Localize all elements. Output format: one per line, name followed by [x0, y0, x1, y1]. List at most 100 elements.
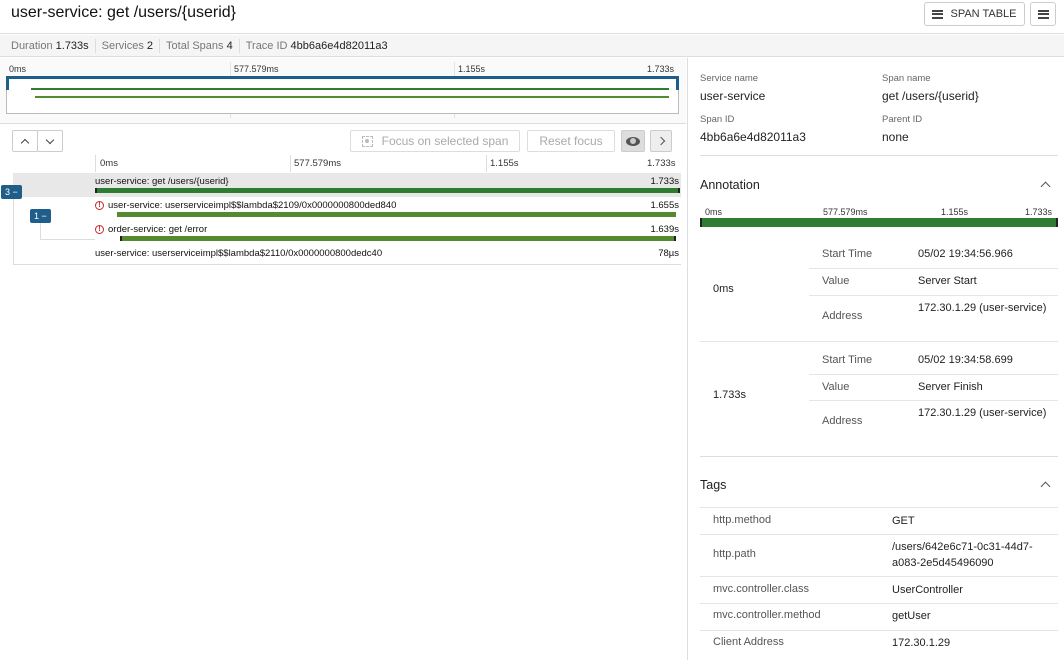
row-divider	[700, 534, 1058, 535]
span-name: user-service: get /users/{userid}	[95, 176, 229, 187]
tag-key: Client Address	[713, 636, 784, 648]
span-id-label: Span ID	[700, 114, 735, 125]
span-id-value: 4bb6a6e4d82011a3	[700, 130, 806, 144]
annotation-time: 1.733s	[713, 389, 747, 401]
tag-value: UserController	[892, 584, 963, 596]
annotation-tick: 1.155s	[941, 207, 969, 217]
tag-key: mvc.controller.class	[713, 583, 809, 595]
tag-key: http.method	[713, 514, 772, 526]
span-row[interactable]: ! user-service: userserviceimpl$$lambda$2…	[13, 197, 681, 221]
service-name-value: user-service	[700, 89, 766, 103]
hamburger-icon	[1037, 9, 1049, 19]
collapse-badge[interactable]: 3 −	[1, 185, 22, 199]
annotation-value: 172.30.1.29 (user-service)	[918, 302, 1047, 314]
error-icon: !	[95, 201, 104, 210]
divider	[700, 456, 1058, 457]
annotation-tick: 1.733s	[1025, 207, 1053, 217]
row-divider	[700, 576, 1058, 577]
eye-icon	[626, 136, 640, 146]
annotation-key: Start Time	[822, 354, 873, 366]
span-name: user-service: userserviceimpl$$lambda$21…	[95, 248, 383, 259]
chevron-right-icon	[656, 136, 666, 146]
span-table-button[interactable]: SPAN TABLE	[924, 2, 1025, 26]
chevron-up-icon[interactable]	[1040, 481, 1051, 492]
annotation-key: Start Time	[822, 248, 873, 260]
row-divider	[700, 630, 1058, 631]
annotation-value: 05/02 19:34:56.966	[918, 248, 1013, 260]
timeline-tick: 1.155s	[490, 158, 519, 169]
annotation-key: Address	[822, 310, 863, 322]
chevron-down-icon	[45, 135, 55, 144]
span-row[interactable]: ! order-service: get /error 1.639s	[13, 221, 681, 245]
tag-value: getUser	[892, 610, 931, 622]
span-bar[interactable]	[95, 188, 680, 193]
list-icon	[932, 9, 944, 19]
tag-key: mvc.controller.method	[713, 609, 821, 621]
span-label: ! order-service: get /error	[95, 224, 207, 235]
parent-id-value: none	[882, 130, 909, 144]
row-divider	[700, 341, 1058, 342]
annotation-key: Address	[822, 415, 863, 427]
summary-duration: Duration 1.733s	[0, 38, 96, 53]
tags-title: Tags	[700, 478, 727, 492]
span-label: ! user-service: userserviceimpl$$lambda$2…	[95, 200, 396, 211]
trace-summary: Duration 1.733s Services 2 Total Spans 4…	[0, 35, 1064, 57]
row-divider	[809, 400, 1058, 401]
focus-label: Focus on selected span	[381, 134, 509, 148]
chevron-up-icon	[20, 138, 30, 147]
span-duration: 78µs	[658, 248, 679, 259]
span-label: user-service: userserviceimpl$$lambda$21…	[95, 248, 382, 259]
row-divider	[809, 374, 1058, 375]
expand-up-button[interactable]	[12, 130, 38, 152]
annotation-value: 05/02 19:34:58.699	[918, 354, 1013, 366]
divider	[700, 155, 1058, 156]
minimap-right-handle[interactable]	[676, 76, 679, 90]
timeline-tick: 0ms	[100, 158, 118, 169]
annotation-value: Server Start	[918, 275, 977, 287]
span-row[interactable]: user-service: userserviceimpl$$lambda$21…	[13, 245, 681, 269]
minimap-tick: 1.733s	[647, 64, 675, 74]
annotation-time: 0ms	[713, 283, 734, 295]
top-header: user-service: get /users/{userid} SPAN T…	[0, 0, 1064, 34]
span-row[interactable]: user-service: get /users/{userid} 1.733s	[13, 173, 681, 197]
parent-id-label: Parent ID	[882, 114, 923, 125]
expand-down-button[interactable]	[37, 130, 63, 152]
minimap-span-bar	[31, 88, 669, 90]
summary-services: Services 2	[96, 38, 161, 53]
minimap-span-bar	[35, 96, 669, 98]
toggle-view-button[interactable]	[621, 130, 645, 152]
span-table-label: SPAN TABLE	[950, 8, 1017, 20]
span-duration: 1.733s	[650, 176, 679, 187]
span-bar[interactable]	[117, 212, 676, 217]
chevron-up-icon[interactable]	[1040, 181, 1051, 192]
focus-selected-span-button[interactable]: Focus on selected span	[350, 130, 520, 152]
annotation-value: Server Finish	[918, 381, 983, 393]
span-name: order-service: get /error	[108, 224, 208, 235]
minimap-left-handle[interactable]	[6, 76, 9, 90]
open-detail-button[interactable]	[650, 130, 672, 152]
span-bar[interactable]	[120, 236, 676, 241]
minimap-range-bar	[6, 76, 679, 79]
summary-trace-id: Trace ID 4bb6a6e4d82011a3	[245, 39, 388, 52]
minimap-window[interactable]	[6, 76, 679, 114]
annotation-key: Value	[822, 275, 850, 287]
annotation-value: 172.30.1.29 (user-service)	[918, 407, 1047, 419]
menu-button[interactable]	[1030, 2, 1056, 26]
error-icon: !	[95, 225, 104, 234]
collapse-badge[interactable]: 1 −	[30, 209, 51, 223]
timeline-tick: 1.733s	[647, 158, 676, 169]
row-divider	[700, 507, 1058, 508]
reset-focus-label: Reset focus	[539, 134, 603, 148]
focus-icon	[361, 135, 373, 147]
annotation-key: Value	[822, 381, 850, 393]
annotation-tick: 0ms	[705, 207, 723, 217]
span-detail-panel: Service name user-service Span name get …	[687, 58, 1064, 660]
annotation-title: Annotation	[700, 178, 760, 192]
span-label: user-service: get /users/{userid}	[95, 176, 229, 187]
row-divider	[809, 295, 1058, 296]
trace-minimap[interactable]: 0ms 577.579ms 1.155s 1.733s	[0, 58, 686, 124]
reset-focus-button[interactable]: Reset focus	[527, 130, 615, 152]
service-name-label: Service name	[700, 73, 759, 84]
annotation-tick: 577.579ms	[823, 207, 868, 217]
minimap-tick: 0ms	[9, 64, 27, 74]
